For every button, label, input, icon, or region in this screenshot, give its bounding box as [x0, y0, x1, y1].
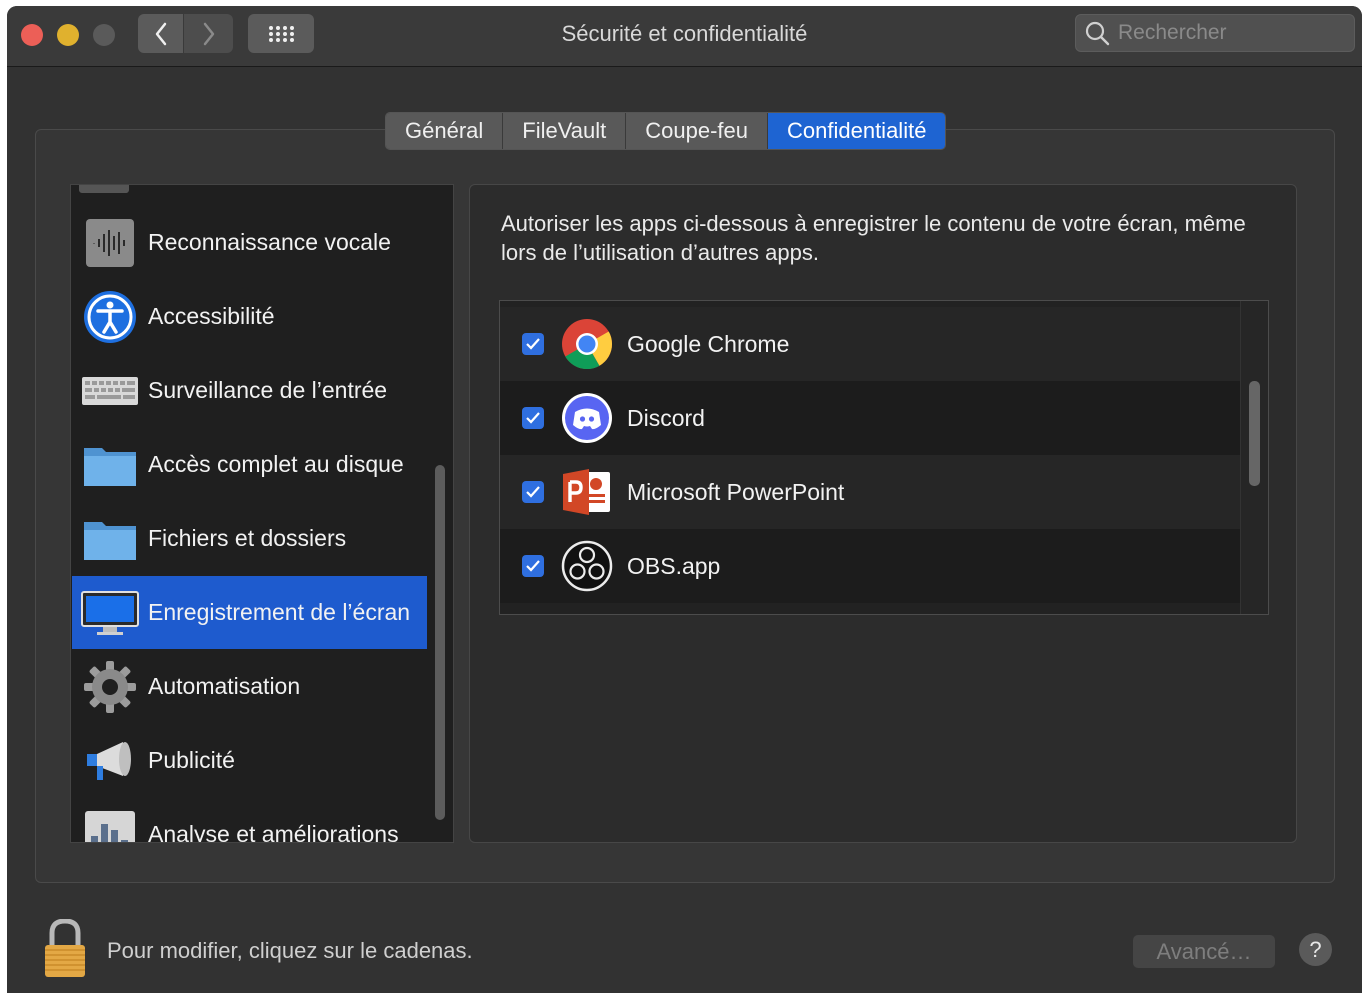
app-name: Microsoft PowerPoint [627, 478, 845, 505]
padlock-icon [45, 918, 85, 977]
tab-filevault[interactable]: FileVault [503, 113, 627, 149]
tab-privacy[interactable]: Confidentialité [768, 113, 946, 149]
discord-permission-checkbox[interactable] [522, 407, 544, 429]
list-item[interactable]: Microsoft PowerPoint [500, 455, 1240, 529]
sidebar-item-accessibility[interactable]: Accessibilité [72, 280, 427, 353]
sidebar-item-label: Publicité [148, 747, 235, 773]
chrome-icon [559, 316, 615, 372]
tab-general[interactable]: Général [386, 113, 504, 149]
megaphone-icon [80, 731, 140, 791]
powerpoint-icon [559, 464, 615, 520]
gear-icon [80, 657, 140, 717]
sidebar-item-input-monitoring[interactable]: Surveillance de l’entrée [72, 354, 427, 427]
folder-icon [80, 435, 140, 495]
powerpoint-permission-checkbox[interactable] [522, 481, 544, 503]
checkmark-icon [526, 560, 540, 572]
list-item[interactable]: Google Chrome [500, 307, 1240, 381]
app-list-scrollbar-thumb[interactable] [1249, 381, 1260, 486]
sidebar-item-automation[interactable]: Automatisation [72, 650, 427, 723]
checkmark-icon [526, 412, 540, 424]
app-permission-list[interactable]: Google Chrome Discord Microsoft PowerPoi… [499, 300, 1269, 615]
sidebar-scrollbar[interactable] [435, 465, 445, 820]
sidebar-item-speech-recognition[interactable]: Reconnaissance vocale [72, 206, 427, 279]
sidebar-item-full-disk-access[interactable]: Accès complet au disque [72, 428, 427, 501]
sidebar-item-label: Automatisation [148, 673, 301, 699]
preferences-window: Sécurité et confidentialité Général File… [7, 6, 1362, 993]
advanced-button[interactable]: Avancé… [1133, 935, 1275, 968]
keyboard-icon [80, 361, 140, 421]
checkmark-icon [526, 486, 540, 498]
checkmark-icon [526, 338, 540, 350]
title-bar: Sécurité et confidentialité [7, 6, 1362, 67]
sidebar-item-files-and-folders[interactable]: Fichiers et dossiers [72, 502, 427, 575]
tab-bar: Général FileVault Coupe-feu Confidential… [385, 112, 947, 150]
sidebar-item-label: Fichiers et dossiers [148, 525, 347, 551]
obs-icon [559, 538, 615, 594]
obs-permission-checkbox[interactable] [522, 555, 544, 577]
sidebar-item-label: Enregistrement de l’écran [148, 599, 411, 625]
lock-hint-text: Pour modifier, cliquez sur le cadenas. [107, 938, 473, 963]
chrome-permission-checkbox[interactable] [522, 333, 544, 355]
search-icon [1085, 21, 1110, 46]
sidebar-item-label: Accès complet au disque [148, 451, 404, 477]
search-field[interactable] [1075, 14, 1355, 52]
tab-firewall[interactable]: Coupe-feu [626, 113, 768, 149]
app-list-scrollbar-track[interactable] [1240, 301, 1268, 614]
privacy-category-list[interactable]: Reconnaissance vocale Accessibilité Surv… [70, 184, 454, 843]
help-button[interactable]: ? [1299, 933, 1332, 966]
accessibility-icon [80, 287, 140, 347]
sidebar-item-label: Reconnaissance vocale [148, 229, 391, 255]
sidebar-item-analytics[interactable]: Analyse et améliorations [72, 798, 427, 843]
partial-item-icon [79, 185, 129, 193]
screen-recording-description: Autoriser les apps ci-dessous à enregist… [501, 211, 1246, 265]
sidebar-item-label: Accessibilité [148, 303, 275, 329]
sidebar-item-advertising[interactable]: Publicité [72, 724, 427, 797]
app-name: Discord [627, 404, 705, 431]
display-icon [80, 583, 140, 643]
sidebar-item-label: Analyse et améliorations [148, 821, 399, 843]
app-name: OBS.app [627, 552, 721, 579]
privacy-detail-pane: Autoriser les apps ci-dessous à enregist… [469, 184, 1297, 843]
discord-icon [559, 390, 615, 446]
sidebar-item-screen-recording[interactable]: Enregistrement de l’écran [72, 576, 427, 649]
lock-button[interactable] [43, 918, 87, 979]
sidebar-item-label: Surveillance de l’entrée [148, 377, 388, 403]
bar-chart-icon [80, 805, 140, 842]
folder-icon [80, 509, 140, 569]
app-name: Google Chrome [627, 330, 790, 357]
waveform-icon [80, 213, 140, 273]
search-input[interactable] [1116, 20, 1350, 46]
list-item[interactable]: OBS.app [500, 529, 1240, 603]
list-item[interactable]: Discord [500, 381, 1240, 455]
